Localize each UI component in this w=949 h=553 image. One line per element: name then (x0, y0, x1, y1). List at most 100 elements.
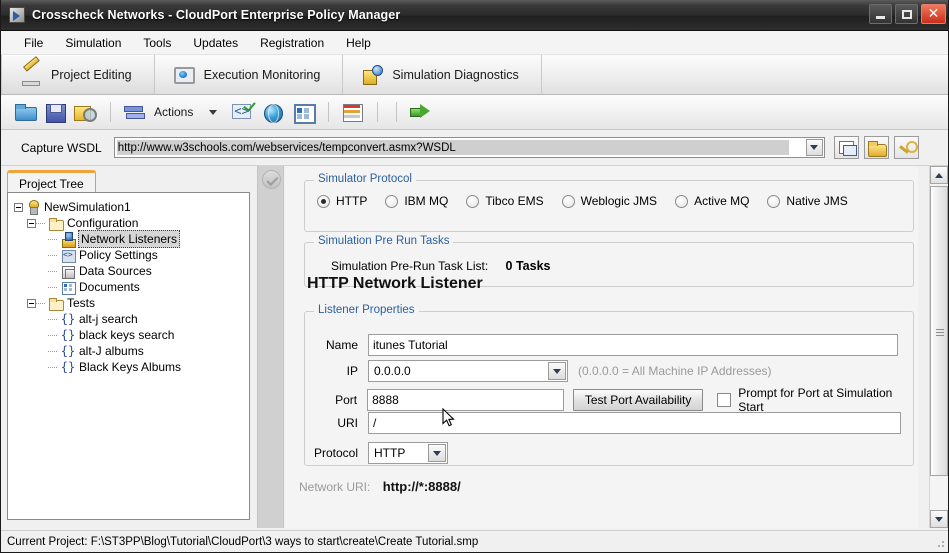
form-view-icon[interactable] (291, 100, 317, 124)
actions-label[interactable]: Actions (154, 105, 193, 119)
toolbar-separator (110, 102, 111, 122)
menu-tools[interactable]: Tools (132, 33, 182, 53)
tab-execution-monitoring[interactable]: Execution Monitoring (155, 55, 344, 94)
tree-connector (48, 247, 58, 263)
run-icon[interactable] (408, 100, 434, 124)
port-input[interactable] (367, 389, 565, 411)
content-scrollbar[interactable] (929, 166, 948, 528)
tree-node-tests[interactable]: Tests (14, 295, 249, 311)
expander-icon[interactable] (14, 202, 23, 212)
radio-option-ibm-mq[interactable]: IBM MQ (385, 194, 448, 208)
pre-run-task-count: 0 Tasks (505, 259, 551, 273)
window-title: Crosscheck Networks - CloudPort Enterpri… (32, 8, 401, 22)
protocol-dropdown-button[interactable] (428, 444, 446, 462)
globe-icon[interactable] (261, 100, 287, 124)
tab-execution-monitoring-label: Execution Monitoring (203, 67, 321, 82)
tree-node-documents[interactable]: Documents (14, 279, 249, 295)
actions-dropdown-caret-icon[interactable] (209, 109, 218, 115)
name-input[interactable] (368, 334, 898, 356)
tree-node-label: Policy Settings (79, 248, 158, 262)
status-bar: Current Project: F:\ST3PP\Blog\Tutorial\… (1, 530, 948, 552)
grid-view-icon[interactable] (340, 100, 366, 124)
close-button[interactable]: ✕ (921, 4, 946, 24)
tree-node-policy-settings[interactable]: Policy Settings (14, 247, 249, 263)
tree-connector (48, 343, 58, 359)
scroll-up-button[interactable] (930, 166, 948, 184)
radio-option-weblogic-jms[interactable]: Weblogic JMS (561, 194, 658, 208)
radio-label: Weblogic JMS (580, 194, 658, 208)
status-text: Current Project: F:\ST3PP\Blog\Tutorial\… (7, 535, 479, 548)
protocol-row: Protocol HTTP (304, 442, 448, 464)
menu-registration[interactable]: Registration (249, 33, 335, 53)
radio-option-active-mq[interactable]: Active MQ (675, 194, 749, 208)
tree-node-label: alt-j search (79, 312, 138, 326)
tree-node-test-1[interactable]: {} alt-j search (14, 311, 249, 327)
scrollbar-thumb[interactable] (930, 186, 948, 476)
tree-node-label: Data Sources (79, 264, 152, 278)
actions-icon[interactable] (122, 100, 148, 124)
scroll-down-button[interactable] (930, 510, 948, 528)
tab-project-editing[interactable]: Project Editing (1, 55, 155, 94)
close-icon: ✕ (927, 6, 940, 22)
test-icon: {} (60, 359, 76, 374)
menu-simulation[interactable]: Simulation (54, 33, 132, 53)
pencil-icon (20, 64, 42, 86)
tab-project-tree[interactable]: Project Tree (7, 170, 96, 193)
chevron-down-icon (935, 516, 943, 522)
capture-wsdl-input[interactable] (116, 140, 789, 155)
tree-node-test-2[interactable]: {} black keys search (14, 327, 249, 343)
capture-wsdl-combo[interactable] (113, 137, 825, 158)
capture-icon[interactable] (833, 136, 859, 159)
protocol-label: Protocol (313, 446, 358, 460)
chevron-up-icon (935, 172, 943, 178)
tree-node-network-listeners[interactable]: Network Listeners (14, 230, 249, 248)
test-port-availability-button[interactable]: Test Port Availability (573, 389, 704, 411)
protocol-combo[interactable]: HTTP (368, 442, 448, 464)
minimize-button[interactable] (869, 4, 892, 24)
menu-help[interactable]: Help (335, 33, 382, 53)
collapse-check-icon[interactable] (262, 170, 281, 189)
validate-code-icon[interactable] (231, 100, 257, 124)
policy-icon (60, 248, 76, 263)
tab-simulation-diagnostics[interactable]: Simulation Diagnostics (343, 55, 542, 94)
menu-updates[interactable]: Updates (182, 33, 249, 53)
diagnostics-icon (361, 64, 384, 86)
ip-value: 0.0.0.0 (374, 364, 411, 378)
save-as-icon[interactable] (73, 100, 99, 124)
toolbar-separator-3 (377, 102, 379, 122)
project-tree-box[interactable]: NewSimulation1 Configuration Network Lis… (7, 192, 250, 520)
open-folder-icon[interactable] (863, 136, 889, 159)
radio-option-tibco-ems[interactable]: Tibco EMS (466, 194, 544, 208)
tree-node-data-sources[interactable]: Data Sources (14, 263, 249, 279)
radio-icon[interactable] (675, 194, 689, 208)
tree-node-test-3[interactable]: {} alt-J albums (14, 343, 249, 359)
tree-node-configuration[interactable]: Configuration (14, 215, 249, 231)
radio-option-native-jms[interactable]: Native JMS (767, 194, 848, 208)
port-label: Port (335, 393, 358, 407)
open-project-icon[interactable] (13, 100, 39, 124)
ip-combo[interactable]: 0.0.0.0 (368, 360, 568, 382)
listener-settings-pane: Simulator Protocol HTTP IBM MQ Tibco EMS… (285, 166, 918, 528)
ip-dropdown-button[interactable] (548, 362, 566, 380)
radio-icon[interactable] (317, 194, 330, 208)
menu-file[interactable]: File (13, 33, 54, 53)
radio-icon[interactable] (466, 194, 480, 208)
protocol-value: HTTP (374, 446, 406, 460)
maximize-button[interactable] (895, 4, 918, 24)
radio-icon[interactable] (767, 194, 781, 208)
prompt-for-port-checkbox[interactable] (717, 393, 732, 407)
save-project-icon[interactable] (43, 100, 69, 124)
port-row: Port Test Port Availability Prompt for P… (304, 386, 918, 414)
radio-icon[interactable] (385, 194, 399, 208)
tree-node-newsimulation1[interactable]: NewSimulation1 (14, 199, 249, 215)
key-icon[interactable] (893, 136, 919, 159)
radio-icon[interactable] (561, 194, 575, 208)
panel-splitter[interactable] (257, 166, 284, 528)
expander-icon[interactable] (27, 218, 36, 228)
resize-grip-icon[interactable] (936, 539, 946, 549)
expander-icon[interactable] (27, 298, 36, 308)
radio-option-http[interactable]: HTTP (317, 194, 367, 208)
uri-input[interactable] (368, 412, 901, 434)
tree-node-test-4[interactable]: {} Black Keys Albums (14, 359, 249, 375)
capture-wsdl-dropdown-button[interactable] (805, 139, 823, 156)
